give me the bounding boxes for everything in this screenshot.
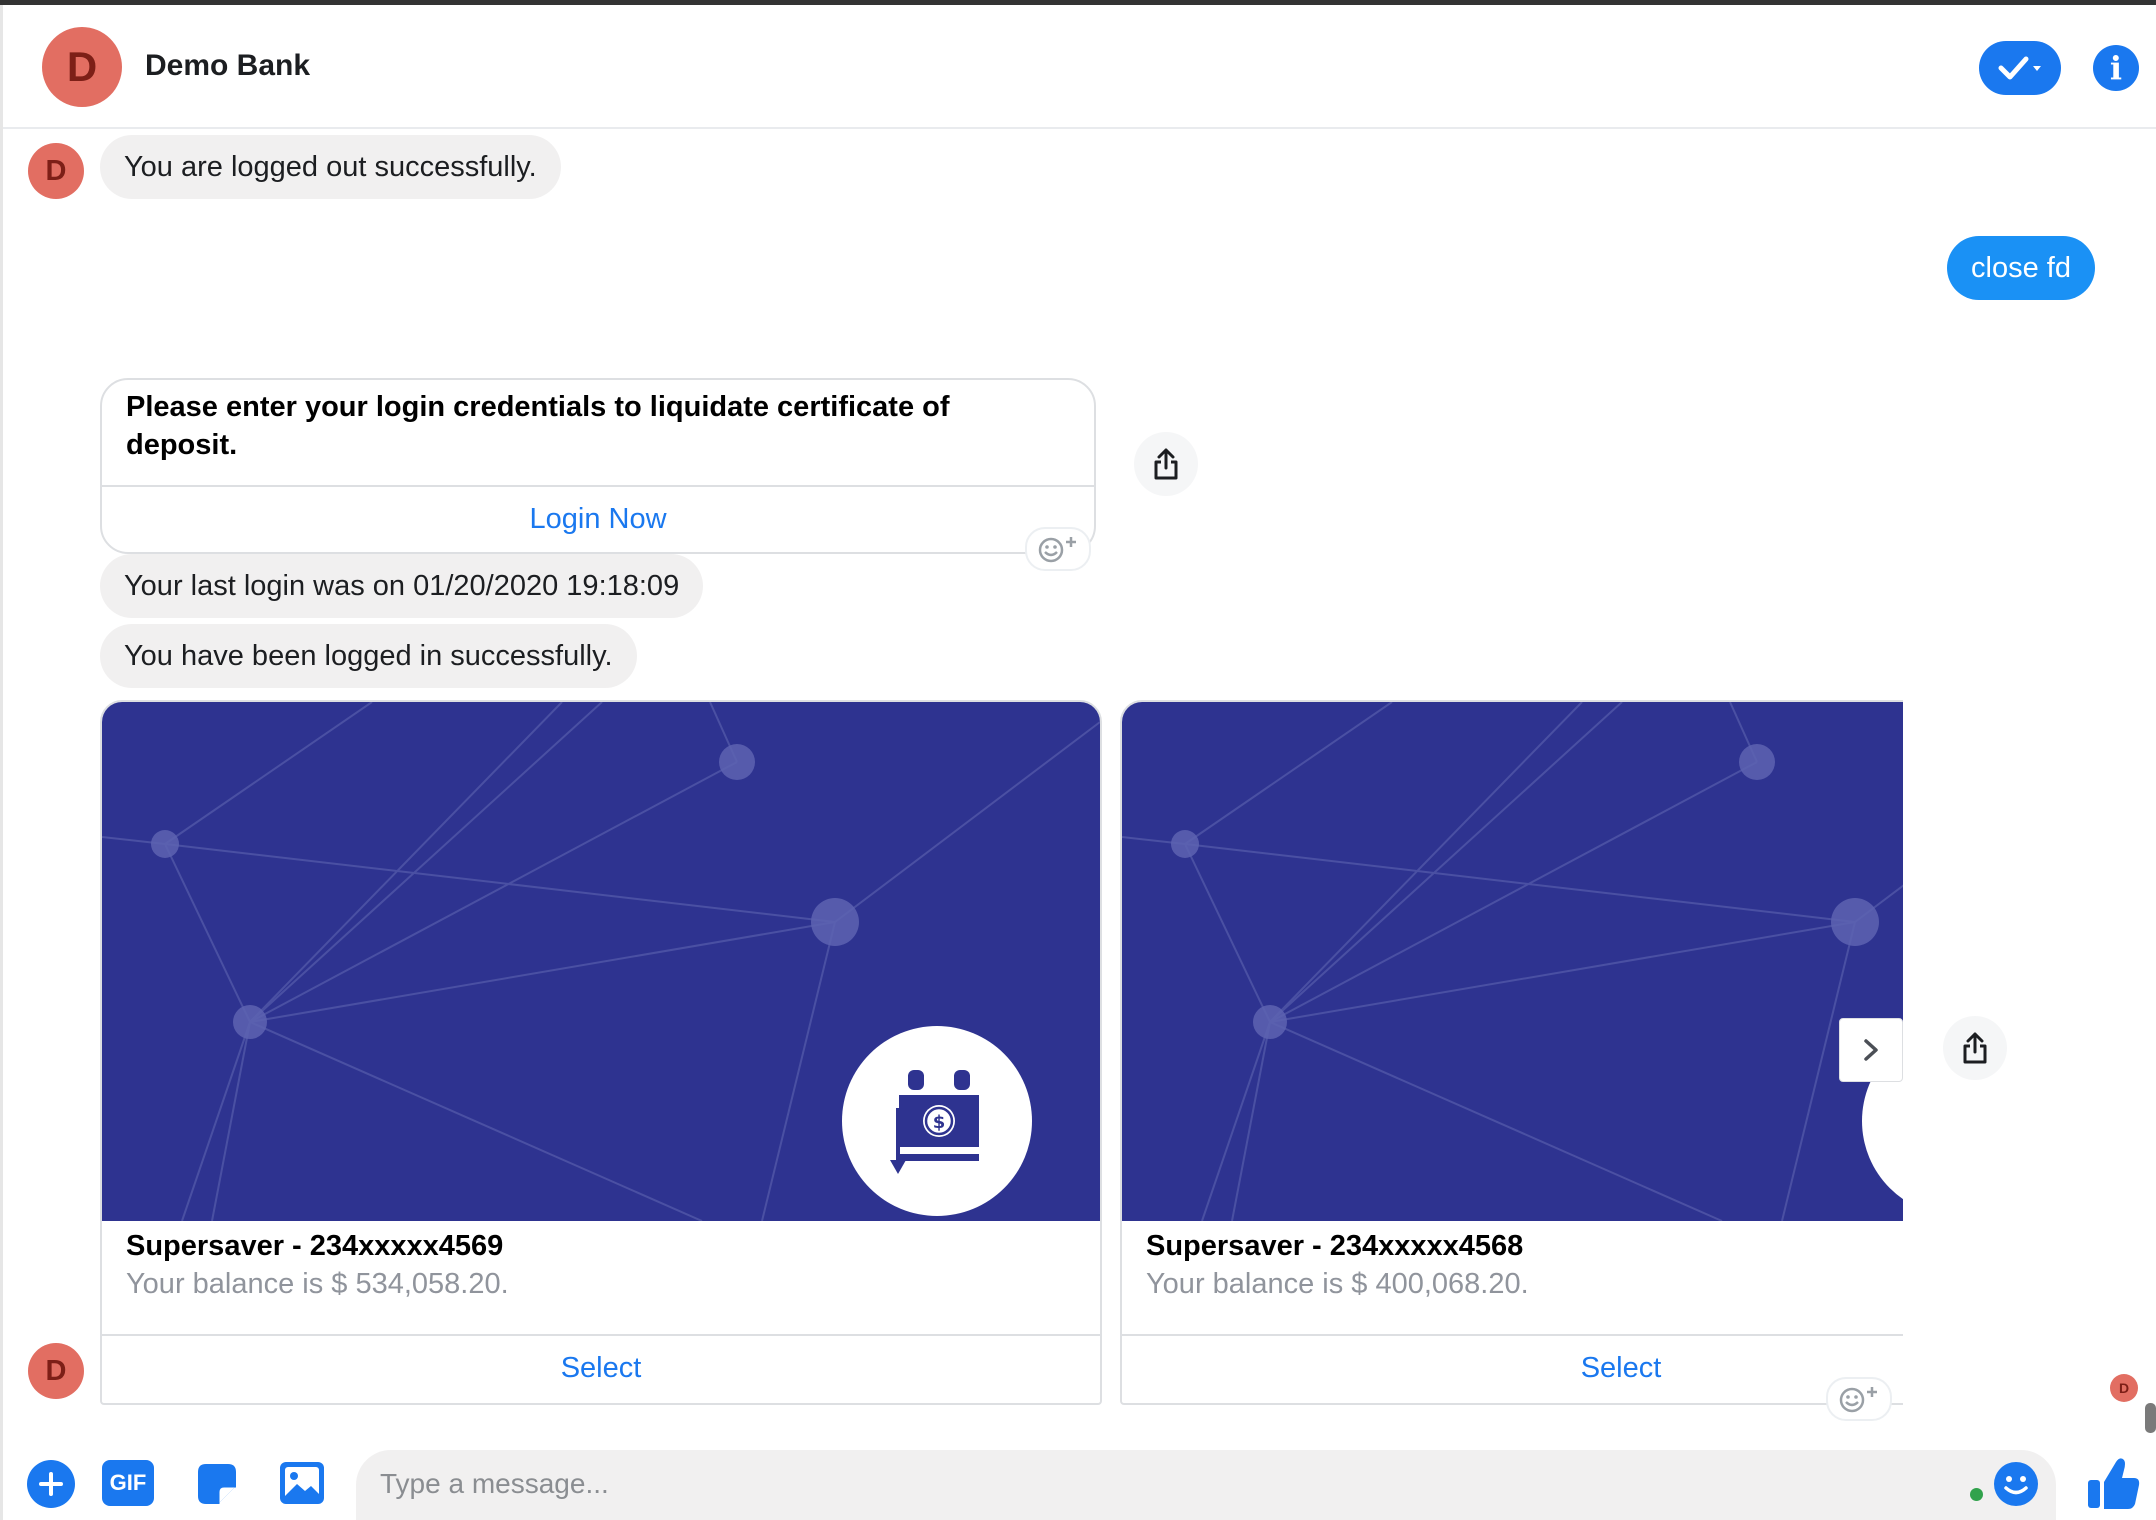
check-dropdown-icon (1998, 56, 2041, 80)
like-button[interactable] (2086, 1454, 2142, 1512)
network-pattern: $ (102, 702, 1100, 1222)
select-button[interactable]: Select (1122, 1336, 1903, 1401)
card-title: Supersaver - 234xxxxx4568 (1146, 1230, 1524, 1262)
login-card: Please enter your login credentials to l… (100, 378, 1096, 554)
login-prompt-text: Please enter your login credentials to l… (126, 391, 950, 461)
bot-avatar[interactable]: D (42, 27, 122, 107)
more-actions-button[interactable] (27, 1460, 75, 1508)
bot-avatar-small: D (28, 143, 84, 199)
message-input-placeholder: Type a message... (380, 1468, 609, 1499)
message-last-login: Your last login was on 01/20/2020 19:18:… (100, 554, 704, 618)
login-now-button[interactable]: Login Now (102, 488, 1094, 550)
account-card[interactable]: $ Supersaver - 234xxxxx4569 Your balance… (100, 700, 1102, 1405)
sticker-icon (198, 1464, 236, 1504)
gif-button[interactable]: GIF (102, 1460, 154, 1506)
emoji-icon (2004, 1476, 2028, 1495)
plus-icon (39, 1472, 63, 1496)
image-icon (280, 1462, 324, 1504)
add-reaction-button[interactable] (1025, 527, 1091, 571)
share-button[interactable] (1134, 432, 1198, 496)
card-balance: Your balance is $ 400,068.20. (1146, 1268, 1529, 1300)
thumbs-up-icon (2088, 1458, 2140, 1509)
chevron-right-icon (1864, 1039, 1878, 1061)
image-button[interactable] (278, 1460, 326, 1506)
card-title: Supersaver - 234xxxxx4569 (126, 1230, 504, 1262)
divider (102, 485, 1094, 487)
emoji-button[interactable] (1994, 1462, 2038, 1506)
share-button[interactable] (1943, 1016, 2007, 1080)
mark-read-button[interactable] (1979, 41, 2061, 95)
share-icon (1154, 448, 1178, 480)
network-pattern (1122, 702, 1903, 1222)
account-carousel[interactable]: $ Supersaver - 234xxxxx4569 Your balance… (100, 700, 1903, 1405)
online-status-dot (1970, 1488, 1983, 1501)
add-reaction-button[interactable] (1826, 1377, 1892, 1421)
card-image: $ (102, 702, 1100, 1222)
svg-text:$: $ (933, 1112, 946, 1133)
conversation-header: D Demo Bank i (3, 5, 2156, 129)
emoji-plus-icon (1038, 537, 1076, 563)
message-user-close-fd: close fd (1947, 236, 2095, 300)
select-button[interactable]: Select (102, 1336, 1100, 1401)
gif-icon: GIF (109, 1470, 147, 1495)
message-logged-in: You have been logged in successfully. (100, 624, 637, 688)
account-card[interactable]: Supersaver - 234xxxxx4568 Your balance i… (1120, 700, 1903, 1405)
window-left-border (0, 5, 3, 1520)
conversation-title[interactable]: Demo Bank (145, 49, 310, 83)
info-button[interactable]: i (2093, 45, 2139, 91)
info-icon: i (2109, 49, 2123, 87)
bot-avatar-small: D (28, 1343, 84, 1399)
message-input[interactable]: Type a message... (356, 1450, 2056, 1520)
message-logged-out: You are logged out successfully. (100, 135, 561, 199)
card-image (1122, 702, 1903, 1222)
sticker-button[interactable] (192, 1460, 240, 1508)
carousel-next-button[interactable] (1839, 1018, 1903, 1082)
emoji-plus-icon (1839, 1387, 1877, 1413)
scrollbar-thumb[interactable] (2145, 1403, 2156, 1433)
read-receipt-avatar: D (2110, 1374, 2138, 1402)
card-balance: Your balance is $ 534,058.20. (126, 1268, 509, 1300)
share-icon (1963, 1032, 1987, 1064)
